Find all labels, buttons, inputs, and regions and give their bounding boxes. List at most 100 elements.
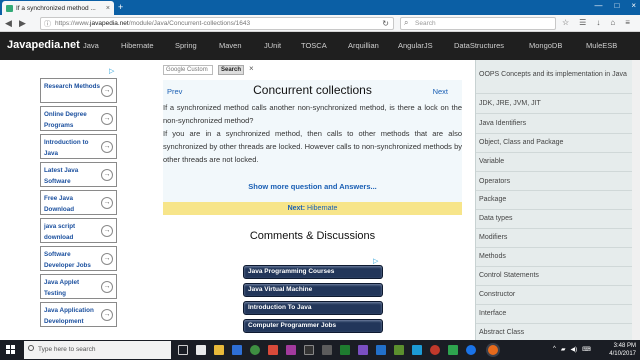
sidebar-link-label: Java Application Development xyxy=(44,307,94,325)
menu-item-tosca[interactable]: TOSCA xyxy=(301,41,327,50)
site-search-input[interactable]: Google Custom xyxy=(163,65,213,75)
arrow-right-icon: → xyxy=(101,169,113,181)
sidebar-link-label: Java Applet Testing xyxy=(44,279,80,297)
sidebar-link-free-java[interactable]: Free Java Download → xyxy=(40,190,117,215)
menu-item-muleesb[interactable]: MuleESB xyxy=(586,41,617,50)
taskbar-search-box[interactable]: Type here to search xyxy=(24,341,171,359)
url-bar[interactable]: ⓘ https://www.javapedia.net/module/Java/… xyxy=(40,17,394,30)
site-logo[interactable]: Javapedia.net xyxy=(7,39,80,51)
back-icon[interactable]: ◀ xyxy=(5,18,12,29)
right-sidebar-item[interactable]: Data types xyxy=(479,213,512,224)
right-sidebar-item[interactable]: OOPS Concepts and its implementation in … xyxy=(479,69,629,80)
menu-item-junit[interactable]: JUnit xyxy=(264,41,281,50)
search-clear-icon[interactable]: × xyxy=(249,64,254,73)
browser-search-box[interactable]: ⌕ Search xyxy=(400,17,556,30)
menu-item-datastructures[interactable]: DataStructures xyxy=(454,41,504,50)
show-more-link[interactable]: Show more question and Answers... xyxy=(163,182,462,191)
chevron-up-icon[interactable]: ^ xyxy=(553,346,556,353)
prev-link[interactable]: Prev xyxy=(167,87,182,96)
sidebar-link-label: Software Developer Jobs xyxy=(44,251,91,269)
next-topic-bar[interactable]: Next: Hibernate xyxy=(163,202,462,215)
language-icon[interactable]: ⌨ xyxy=(582,346,591,353)
menu-item-arquillian[interactable]: Arquillian xyxy=(348,41,379,50)
sidebar-link-javascript[interactable]: java script download → xyxy=(40,218,117,243)
sidebar-link-online-degree[interactable]: Online Degree Programs → xyxy=(40,106,117,131)
task-view-icon[interactable] xyxy=(178,345,188,355)
file-explorer-icon[interactable] xyxy=(214,345,224,355)
network-icon[interactable]: ▰ xyxy=(561,346,566,353)
menu-icon[interactable]: ≡ xyxy=(625,18,630,27)
browser-tab[interactable]: If a synchronized method ... × xyxy=(2,1,114,15)
volume-icon[interactable]: ◀) xyxy=(570,346,577,353)
right-sidebar-item[interactable]: Package xyxy=(479,194,506,205)
sidebar-link-app-dev[interactable]: Java Application Development → xyxy=(40,302,117,327)
menu-item-maven[interactable]: Maven xyxy=(219,41,242,50)
app-icon[interactable] xyxy=(286,345,296,355)
app-icon[interactable] xyxy=(340,345,350,355)
vscode-icon[interactable] xyxy=(376,345,386,355)
app-icon[interactable] xyxy=(466,345,476,355)
firefox-icon[interactable] xyxy=(488,345,498,355)
edge-icon[interactable] xyxy=(232,345,242,355)
divider xyxy=(476,247,638,248)
bookmark-star-icon[interactable]: ☆ xyxy=(562,18,569,27)
right-sidebar-item[interactable]: Control Statements xyxy=(479,270,539,281)
sidebar-link-latest-java[interactable]: Latest Java Software → xyxy=(40,162,117,187)
app-icon[interactable] xyxy=(394,345,404,355)
divider xyxy=(476,323,638,324)
sidebar-link-software-dev-jobs[interactable]: Software Developer Jobs → xyxy=(40,246,117,271)
home-icon[interactable]: ⌂ xyxy=(610,18,615,27)
page-scrollbar[interactable] xyxy=(632,60,640,340)
next-link[interactable]: Next xyxy=(433,87,448,96)
download-icon[interactable]: ↓ xyxy=(596,18,600,27)
right-sidebar-item[interactable]: Interface xyxy=(479,308,506,319)
right-sidebar-item[interactable]: Variable xyxy=(479,156,504,167)
reading-list-icon[interactable]: ☰ xyxy=(579,18,586,27)
next-topic-link[interactable]: Hibernate xyxy=(307,205,337,212)
forward-icon[interactable]: ▶ xyxy=(19,18,26,29)
sidebar-link-applet-testing[interactable]: Java Applet Testing → xyxy=(40,274,117,299)
right-sidebar-item[interactable]: Modifiers xyxy=(479,232,507,243)
windows-start-icon[interactable] xyxy=(6,345,16,355)
ad-button-jvm[interactable]: Java Virtual Machine xyxy=(243,283,383,297)
app-icon[interactable] xyxy=(448,345,458,355)
menu-item-angularjs[interactable]: AngularJS xyxy=(398,41,433,50)
app-icon[interactable] xyxy=(322,345,332,355)
close-window-button[interactable]: × xyxy=(631,1,636,10)
tab-close-icon[interactable]: × xyxy=(106,5,110,12)
right-sidebar-item[interactable]: JDK, JRE, JVM, JIT xyxy=(479,98,541,109)
menu-item-mongodb[interactable]: MongoDB xyxy=(529,41,562,50)
right-sidebar-item[interactable]: Operators xyxy=(479,176,510,187)
ad-button-intro-java[interactable]: Introduction To Java xyxy=(243,301,383,315)
reload-icon[interactable]: ↻ xyxy=(382,19,389,28)
right-sidebar-item[interactable]: Java Identifiers xyxy=(479,118,526,129)
right-sidebar-item[interactable]: Methods xyxy=(479,251,506,262)
divider xyxy=(476,113,638,114)
app-icon[interactable] xyxy=(430,345,440,355)
arrow-right-icon: → xyxy=(101,197,113,209)
ad-button-programmer-jobs[interactable]: Computer Programmer Jobs xyxy=(243,319,383,333)
ad-button-java-courses[interactable]: Java Programming Courses xyxy=(243,265,383,279)
right-sidebar-item[interactable]: Object, Class and Package xyxy=(479,137,563,148)
new-tab-button[interactable]: + xyxy=(118,2,123,12)
site-info-icon[interactable]: ⓘ xyxy=(44,19,51,29)
sidebar-link-intro-java[interactable]: Introduction to Java → xyxy=(40,134,117,159)
menu-item-spring[interactable]: Spring xyxy=(175,41,197,50)
terminal-icon[interactable] xyxy=(304,345,314,355)
right-sidebar-item[interactable]: Constructor xyxy=(479,289,515,300)
site-search-button[interactable]: Search xyxy=(218,65,244,75)
menu-item-hibernate[interactable]: Hibernate xyxy=(121,41,154,50)
menu-item-java[interactable]: Java xyxy=(83,41,99,50)
minimize-button[interactable]: — xyxy=(594,1,602,10)
adchoices-icon[interactable]: ▷ xyxy=(373,257,378,265)
app-icon[interactable] xyxy=(412,345,422,355)
app-icon[interactable] xyxy=(196,345,206,355)
visual-studio-icon[interactable] xyxy=(358,345,368,355)
app-icon[interactable] xyxy=(268,345,278,355)
chrome-icon[interactable] xyxy=(250,345,260,355)
maximize-button[interactable]: □ xyxy=(614,1,619,10)
right-sidebar-item[interactable]: Abstract Class xyxy=(479,327,524,338)
sidebar-link-research-methods[interactable]: Research Methods → xyxy=(40,78,117,103)
adchoices-icon[interactable]: ▷ xyxy=(109,67,114,75)
clock[interactable]: 3:48 PM 4/10/2017 xyxy=(609,342,636,358)
